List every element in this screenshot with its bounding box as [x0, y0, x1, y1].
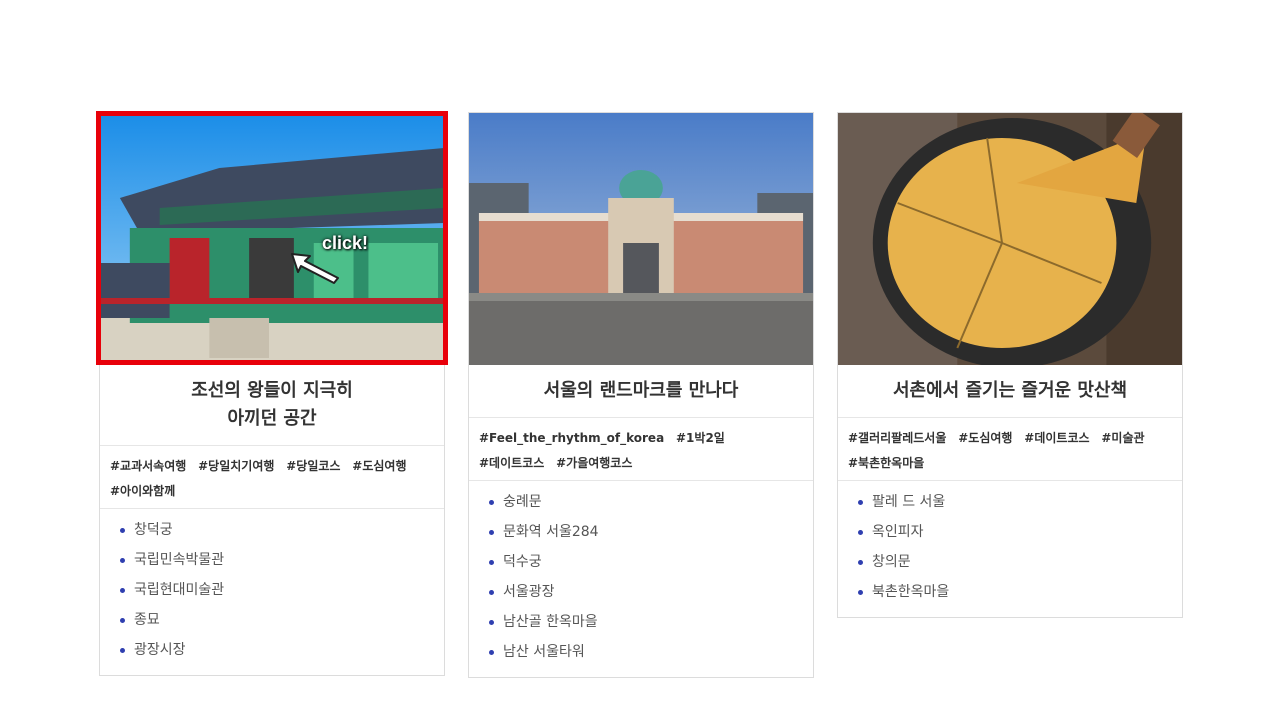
place-item[interactable]: 광장시장	[120, 635, 444, 665]
hashtag[interactable]: #갤러리팔레드서울	[848, 431, 946, 445]
hashtag[interactable]: #당일코스	[286, 459, 340, 473]
card-title-line1: 서촌에서 즐기는 즐거운 맛산책	[892, 380, 1128, 401]
card-title-line2: 아끼던 공간	[227, 408, 317, 429]
place-list: 팔레 드 서울 옥인피자 창의문 북촌한옥마을	[838, 481, 1182, 617]
hashtag[interactable]: #1박2일	[676, 431, 725, 445]
place-item[interactable]: 창의문	[858, 547, 1182, 577]
pizza-photo[interactable]	[838, 113, 1182, 365]
place-list: 창덕궁 국립민속박물관 국립현대미술관 종묘 광장시장	[100, 509, 444, 675]
station-photo[interactable]	[469, 113, 813, 365]
hashtag-list: #갤러리팔레드서울 #도심여행 #데이트코스 #미술관 #북촌한옥마을	[838, 418, 1182, 481]
hashtag[interactable]: #데이트코스	[479, 456, 544, 470]
card-title[interactable]: 서촌에서 즐기는 즐거운 맛산책	[838, 365, 1182, 418]
hashtag[interactable]: #북촌한옥마을	[848, 456, 924, 470]
place-item[interactable]: 숭례문	[489, 487, 813, 517]
hashtag[interactable]: #도심여행	[958, 431, 1012, 445]
hashtag[interactable]: #미술관	[1101, 431, 1144, 445]
place-item[interactable]: 북촌한옥마을	[858, 577, 1182, 607]
hashtag[interactable]: #교과서속여행	[110, 459, 186, 473]
place-item[interactable]: 종묘	[120, 605, 444, 635]
course-card-food[interactable]: 서촌에서 즐기는 즐거운 맛산책 #갤러리팔레드서울 #도심여행 #데이트코스 …	[837, 112, 1183, 618]
hashtag[interactable]: #도심여행	[352, 459, 406, 473]
place-item[interactable]: 문화역 서울284	[489, 517, 813, 547]
card-title-line1: 조선의 왕들이 지극히	[191, 380, 353, 401]
hashtag[interactable]: #데이트코스	[1024, 431, 1089, 445]
place-item[interactable]: 남산 서울타워	[489, 637, 813, 667]
place-list: 숭례문 문화역 서울284 덕수궁 서울광장 남산골 한옥마을 남산 서울타워	[469, 481, 813, 677]
card-title-line1: 서울의 랜드마크를 만나다	[543, 380, 739, 401]
card-title[interactable]: 서울의 랜드마크를 만나다	[469, 365, 813, 418]
hashtag[interactable]: #가을여행코스	[556, 456, 632, 470]
hashtag-list: #Feel_the_rhythm_of_korea #1박2일 #데이트코스 #…	[469, 418, 813, 481]
arrow-pointer-icon	[291, 253, 339, 284]
hashtag[interactable]: #아이와함께	[110, 484, 175, 498]
place-item[interactable]: 서울광장	[489, 577, 813, 607]
course-card-landmark[interactable]: 서울의 랜드마크를 만나다 #Feel_the_rhythm_of_korea …	[468, 112, 814, 678]
hashtag-list: #교과서속여행 #당일치기여행 #당일코스 #도심여행 #아이와함께	[100, 446, 444, 509]
palace-photo[interactable]	[100, 113, 444, 365]
place-item[interactable]: 남산골 한옥마을	[489, 607, 813, 637]
course-card-palace[interactable]: 조선의 왕들이 지극히 아끼던 공간 #교과서속여행 #당일치기여행 #당일코스…	[99, 112, 445, 676]
hashtag[interactable]: #Feel_the_rhythm_of_korea	[479, 431, 664, 445]
hashtag[interactable]: #당일치기여행	[198, 459, 274, 473]
place-item[interactable]: 국립민속박물관	[120, 545, 444, 575]
card-title[interactable]: 조선의 왕들이 지극히 아끼던 공간	[100, 365, 444, 446]
place-item[interactable]: 옥인피자	[858, 517, 1182, 547]
place-item[interactable]: 창덕궁	[120, 515, 444, 545]
place-item[interactable]: 국립현대미술관	[120, 575, 444, 605]
place-item[interactable]: 팔레 드 서울	[858, 487, 1182, 517]
place-item[interactable]: 덕수궁	[489, 547, 813, 577]
